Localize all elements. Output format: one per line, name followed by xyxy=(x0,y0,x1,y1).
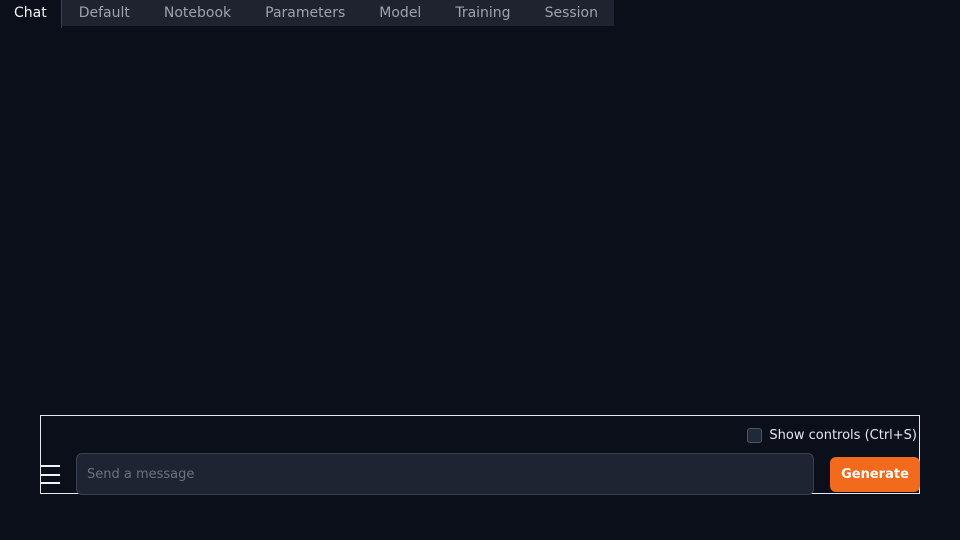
tab-notebook[interactable]: Notebook xyxy=(146,0,249,26)
tab-parameters[interactable]: Parameters xyxy=(248,0,363,26)
tab-training[interactable]: Training xyxy=(438,0,528,26)
hamburger-menu-icon[interactable] xyxy=(41,465,61,484)
tab-session[interactable]: Session xyxy=(527,0,614,26)
app-window: Chat Default Notebook Parameters Model T… xyxy=(0,0,960,540)
tab-model[interactable]: Model xyxy=(362,0,439,26)
tab-chat[interactable]: Chat xyxy=(0,0,62,28)
menu-icon-bar xyxy=(41,473,60,476)
message-input[interactable] xyxy=(76,453,814,495)
chat-input-panel: Show controls (Ctrl+S) Generate xyxy=(40,415,920,495)
chat-history-area xyxy=(0,28,960,414)
show-controls-toggle[interactable]: Show controls (Ctrl+S) xyxy=(747,428,917,443)
tab-bar: Chat Default Notebook Parameters Model T… xyxy=(0,0,614,28)
show-controls-checkbox[interactable] xyxy=(747,428,763,443)
menu-icon-bar xyxy=(41,482,60,484)
menu-icon-bar xyxy=(41,465,60,467)
generate-button[interactable]: Generate xyxy=(830,457,920,492)
tab-default[interactable]: Default xyxy=(61,0,147,26)
show-controls-label: Show controls (Ctrl+S) xyxy=(769,428,917,443)
